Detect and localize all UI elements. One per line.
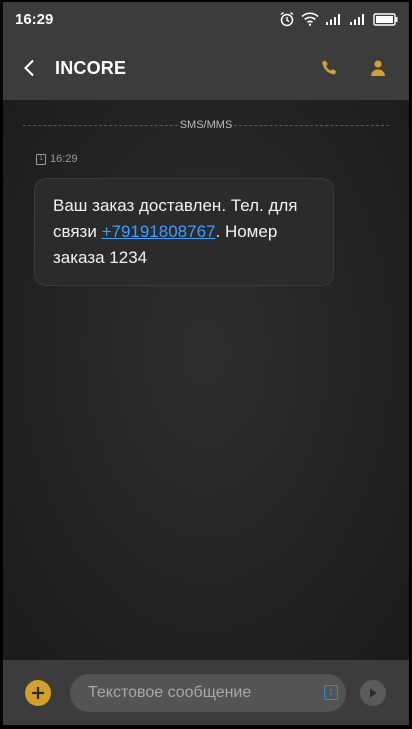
phone-icon (322, 60, 337, 75)
message-meta: 1 16:29 (36, 153, 78, 165)
message-time: 16:29 (50, 153, 78, 165)
channel-divider: SMS/MMS (23, 118, 389, 132)
signal-icon (326, 13, 340, 25)
attach-button[interactable] (25, 679, 51, 706)
sim-icon: 1 (36, 153, 46, 165)
message-thread[interactable]: SMS/MMS 1 16:29 Ваш заказ доставлен. Тел… (3, 100, 409, 660)
back-chevron-icon (24, 59, 34, 77)
message-bubble[interactable]: Ваш заказ доставлен. Тел. для связи +791… (34, 178, 334, 286)
messaging-screen: 16:29 INCORE SMS/MMS 1 16:29 Ваш заказ д… (3, 2, 409, 725)
conversation-header: INCORE (3, 36, 409, 100)
contact-title: INCORE (55, 57, 127, 78)
divider-line-right (234, 124, 389, 126)
phone-number-link[interactable]: +79191808767 (102, 222, 216, 241)
composer-bar: Текстовое сообщение 1 (3, 660, 409, 725)
call-button[interactable] (311, 49, 349, 87)
message-input[interactable]: Текстовое сообщение 1 (70, 673, 346, 712)
battery-icon (373, 12, 398, 26)
wifi-icon (301, 12, 319, 26)
alarm-clock-icon (280, 11, 294, 27)
back-button[interactable] (23, 58, 41, 78)
signal-icon (350, 13, 364, 25)
contact-person-icon (371, 60, 385, 76)
status-time: 16:29 (15, 10, 54, 28)
channel-label: SMS/MMS (179, 119, 233, 131)
message-input-placeholder: Текстовое сообщение (88, 683, 252, 701)
divider-line-left (23, 124, 178, 126)
contact-button[interactable] (359, 49, 397, 87)
plus-icon (32, 686, 44, 699)
send-button[interactable] (360, 679, 386, 706)
status-icons (279, 11, 399, 27)
send-icon (370, 688, 377, 697)
sim-select-icon[interactable]: 1 (324, 685, 338, 700)
status-bar: 16:29 (3, 2, 409, 36)
